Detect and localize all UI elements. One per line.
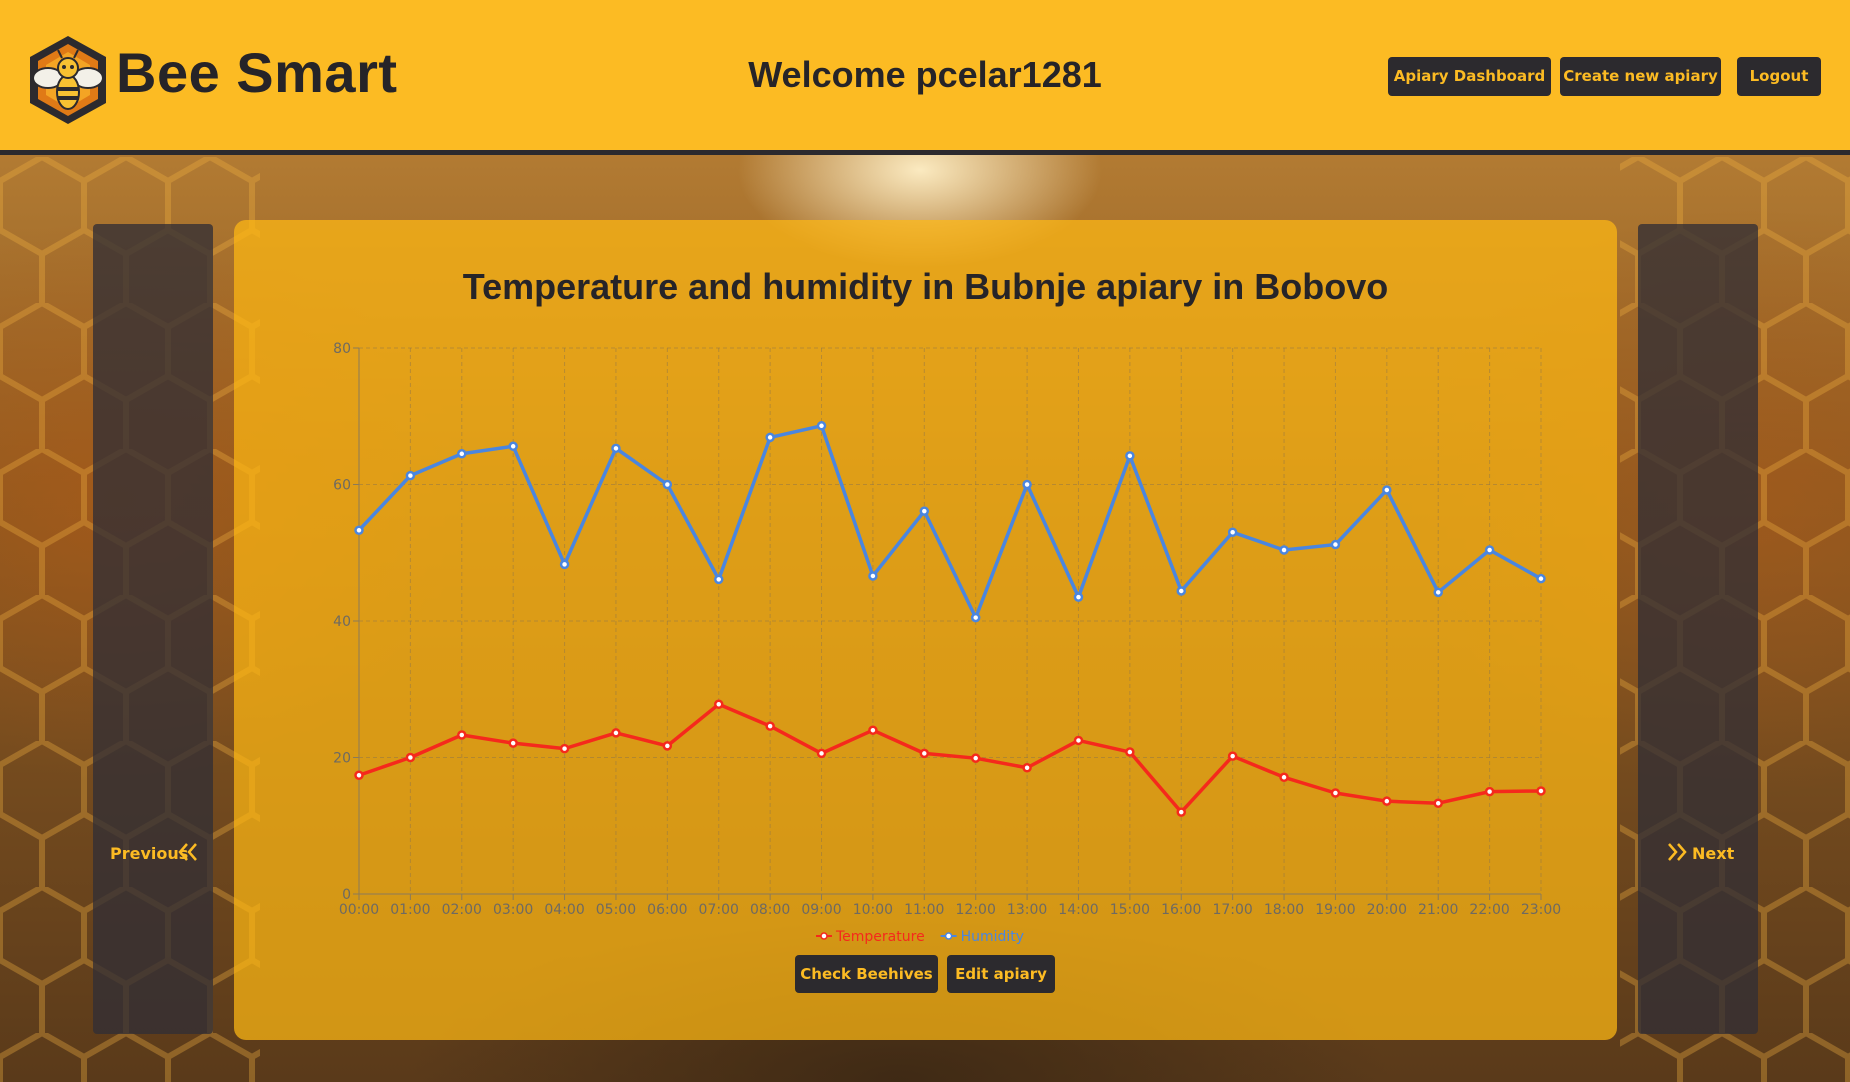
- y-tick-label: 0: [342, 887, 351, 903]
- legend-label: Temperature: [835, 929, 925, 945]
- data-point-temperature: [919, 748, 930, 759]
- y-tick-label: 40: [333, 614, 351, 630]
- data-point-humidity: [1382, 485, 1392, 495]
- data-point-humidity: [559, 559, 570, 570]
- data-point-humidity: [1125, 451, 1135, 461]
- x-tick-label: 01:00: [390, 902, 430, 918]
- data-point-temperature: [816, 748, 827, 759]
- x-tick-label: 20:00: [1367, 902, 1407, 918]
- data-point-temperature: [868, 725, 878, 735]
- data-point-humidity: [970, 612, 981, 623]
- y-tick-label: 80: [333, 341, 351, 357]
- legend-marker-dot: [944, 932, 953, 940]
- data-point-temperature: [508, 738, 518, 748]
- check-beehives-button[interactable]: Check Beehives: [795, 955, 938, 993]
- legend-marker-dot: [820, 932, 828, 940]
- data-point-temperature: [1484, 786, 1495, 797]
- x-tick-label: 22:00: [1469, 902, 1509, 918]
- x-tick-label: 02:00: [442, 902, 482, 918]
- legend-label: Humidity: [961, 929, 1024, 945]
- series-line-temperature: [358, 702, 1542, 814]
- data-point-humidity: [919, 506, 930, 516]
- data-point-temperature: [559, 743, 570, 754]
- data-point-temperature: [1382, 796, 1392, 806]
- top-header: Bee Smart Welcome pcelar1281 Apiary Dash…: [0, 0, 1850, 155]
- apiary-dashboard-button[interactable]: Apiary Dashboard: [1388, 57, 1551, 96]
- x-tick-label: 08:00: [750, 902, 790, 918]
- data-point-temperature: [1125, 747, 1135, 757]
- data-point-temperature: [1330, 788, 1341, 798]
- logout-button[interactable]: Logout: [1737, 57, 1821, 96]
- data-point-temperature: [1279, 772, 1289, 783]
- create-apiary-button[interactable]: Create new apiary: [1560, 57, 1721, 96]
- data-point-temperature: [354, 770, 364, 780]
- x-tick-label: 17:00: [1212, 902, 1252, 918]
- x-tick-label: 11:00: [904, 902, 944, 918]
- x-tick-label: 12:00: [956, 902, 996, 918]
- data-point-humidity: [1279, 545, 1289, 555]
- data-point-temperature: [611, 728, 621, 738]
- x-tick-label: 16:00: [1161, 902, 1201, 918]
- x-tick-label: 07:00: [699, 902, 739, 918]
- data-point-humidity: [1484, 545, 1495, 555]
- series-line-humidity: [357, 424, 1542, 620]
- x-tick-label: 00:00: [339, 902, 379, 918]
- data-point-temperature: [405, 752, 416, 763]
- data-point-temperature: [457, 730, 467, 740]
- data-point-humidity: [868, 571, 878, 581]
- next-label: Next: [1692, 844, 1735, 863]
- data-point-humidity: [1330, 539, 1341, 550]
- data-point-temperature: [970, 753, 981, 763]
- data-point-humidity: [457, 449, 467, 459]
- x-tick-label: 18:00: [1264, 902, 1304, 918]
- data-point-humidity: [405, 470, 416, 481]
- data-point-humidity: [765, 432, 775, 443]
- x-tick-label: 13:00: [1007, 902, 1047, 918]
- data-point-temperature: [765, 721, 775, 731]
- x-tick-label: 09:00: [801, 902, 841, 918]
- data-point-temperature: [713, 699, 724, 710]
- data-point-humidity: [662, 479, 673, 490]
- data-point-humidity: [1176, 586, 1187, 596]
- data-point-temperature: [1073, 735, 1084, 746]
- x-tick-label: 04:00: [544, 902, 584, 918]
- data-point-temperature: [1227, 751, 1238, 761]
- chevrons-left-icon: [178, 843, 197, 861]
- y-tick-label: 20: [333, 751, 351, 767]
- x-tick-label: 05:00: [596, 902, 636, 918]
- bee-logo-icon: [28, 34, 108, 126]
- x-tick-label: 23:00: [1521, 902, 1561, 918]
- data-point-humidity: [1536, 573, 1546, 584]
- data-point-humidity: [508, 441, 518, 452]
- line-chart: 0 20 40 60 80 00:00 01:00 02:00 03:00 04:00 05:00 0…: [333, 341, 1561, 945]
- x-tick-label: 10:00: [853, 902, 893, 918]
- x-tick-label: 06:00: [647, 902, 687, 918]
- x-tick-label: 14:00: [1058, 902, 1098, 918]
- x-tick-label: 21:00: [1418, 902, 1458, 918]
- data-point-temperature: [1536, 786, 1546, 796]
- data-point-humidity: [1227, 527, 1238, 538]
- data-point-humidity: [611, 443, 621, 454]
- data-point-humidity: [816, 421, 827, 431]
- x-tick-label: 19:00: [1315, 902, 1355, 918]
- data-point-humidity: [713, 574, 724, 585]
- data-point-temperature: [1176, 807, 1187, 817]
- chart-card: Temperature and humidity in Bubnje apiar…: [234, 220, 1617, 1040]
- data-point-humidity: [354, 525, 364, 535]
- x-tick-label: 03:00: [493, 902, 533, 918]
- edit-apiary-button[interactable]: Edit apiary: [947, 955, 1055, 993]
- x-tick-label: 15:00: [1110, 902, 1150, 918]
- y-tick-label: 60: [333, 478, 351, 494]
- data-point-temperature: [1022, 762, 1032, 773]
- brand-name: Bee Smart: [116, 41, 398, 104]
- next-slide-button[interactable]: Next: [1638, 224, 1758, 1034]
- chevrons-right-icon: [1668, 843, 1687, 861]
- data-point-humidity: [1433, 587, 1443, 598]
- previous-slide-button[interactable]: Previous: [93, 224, 213, 1034]
- data-point-temperature: [662, 741, 673, 751]
- data-point-humidity: [1022, 479, 1032, 490]
- data-point-temperature: [1433, 798, 1443, 808]
- data-point-humidity: [1073, 592, 1084, 602]
